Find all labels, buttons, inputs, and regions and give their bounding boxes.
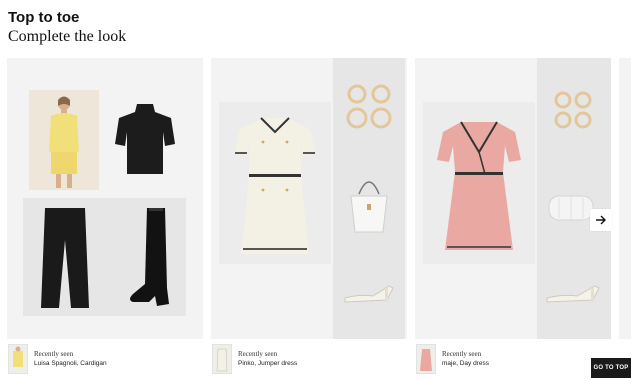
recent-thumbnail — [8, 344, 28, 374]
look-card-4-partial[interactable] — [619, 58, 631, 339]
black-trousers[interactable] — [27, 204, 103, 312]
section-subtitle: Complete the look — [8, 28, 127, 45]
gold-earrings[interactable] — [545, 88, 601, 134]
recent-item-name[interactable]: maje, Day dress — [442, 360, 489, 367]
gold-hoop-earrings[interactable] — [339, 80, 399, 134]
black-trousers-image — [41, 208, 89, 308]
jumper-dress-tile[interactable] — [219, 102, 331, 264]
recently-seen-2[interactable]: Recently seen Pinko, Jumper dress — [212, 344, 392, 376]
gold-earrings-image — [554, 91, 592, 129]
white-sandals-image — [546, 285, 600, 303]
recently-seen-1[interactable]: Recently seen Luisa Spagnoli, Cardigan — [8, 344, 188, 376]
recent-label: Recently seen — [238, 350, 278, 358]
recent-label: Recently seen — [442, 350, 482, 358]
look-card-2[interactable] — [211, 58, 407, 339]
black-top-image — [115, 104, 175, 174]
pink-tweed-dress-image — [437, 121, 521, 250]
white-bucket-bag[interactable] — [341, 170, 397, 236]
recent-label: Recently seen — [34, 350, 74, 358]
day-dress-tile[interactable] — [423, 102, 535, 264]
recent-thumbnail — [416, 344, 436, 374]
recently-seen-3[interactable]: Recently seen maje, Day dress — [416, 344, 586, 376]
model-yellow-suit-image — [29, 90, 99, 190]
look-card-3[interactable] — [415, 58, 611, 339]
recent-thumbnail — [212, 344, 232, 374]
black-boots-image — [130, 208, 169, 306]
white-bag-image — [350, 181, 388, 233]
black-knee-boots[interactable] — [113, 204, 183, 312]
recent-item-name[interactable]: Pinko, Jumper dress — [238, 360, 297, 367]
gold-earrings-image — [346, 84, 392, 129]
section-title: Top to toe — [8, 9, 80, 26]
white-mule-sandals[interactable] — [543, 276, 603, 306]
section-header: Top to toe Complete the look — [8, 9, 126, 46]
white-heeled-sandals[interactable] — [339, 272, 399, 306]
black-knit-top[interactable] — [109, 98, 181, 178]
cream-jumper-dress-image — [235, 117, 315, 254]
recent-item-name[interactable]: Luisa Spagnoli, Cardigan — [34, 360, 107, 367]
go-to-top-button[interactable]: GO TO TOP — [591, 358, 631, 378]
model-photo-yellow-suit[interactable] — [29, 90, 99, 190]
arrow-right-icon — [596, 215, 606, 225]
white-sandals-image — [344, 285, 394, 303]
carousel-next-button[interactable] — [590, 209, 612, 231]
look-card-1[interactable] — [7, 58, 203, 339]
